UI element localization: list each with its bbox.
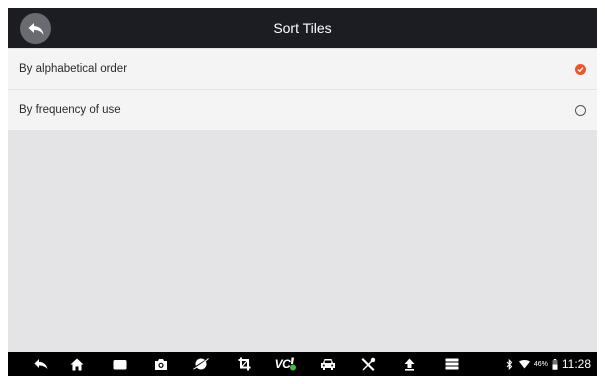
system-navigation-bar: VC 46% 11:28	[8, 352, 597, 376]
option-alphabetical[interactable]: By alphabetical order	[8, 49, 597, 90]
status-area: 46% 11:28	[506, 352, 591, 376]
back-icon[interactable]	[32, 355, 50, 373]
screen: Sort Tiles By alphabetical order By freq…	[8, 8, 597, 376]
option-label: By alphabetical order	[19, 63, 128, 75]
option-frequency[interactable]: By frequency of use	[8, 90, 597, 131]
car-icon[interactable]	[319, 355, 337, 373]
browser-icon[interactable]	[192, 355, 210, 373]
radio-checked-icon[interactable]	[575, 63, 586, 75]
battery-percent: 46%	[533, 360, 548, 368]
sort-options-list: By alphabetical order By frequency of us…	[8, 49, 597, 131]
option-label: By frequency of use	[19, 104, 121, 116]
page-title: Sort Tiles	[273, 20, 332, 36]
header-bar: Sort Tiles	[8, 8, 597, 48]
bluetooth-icon	[506, 358, 513, 370]
back-button[interactable]	[20, 13, 51, 44]
upload-icon[interactable]	[400, 355, 418, 373]
menu-icon[interactable]	[443, 355, 461, 373]
battery-icon	[552, 358, 558, 370]
crop-icon[interactable]	[235, 355, 253, 373]
tools-icon[interactable]	[359, 355, 377, 373]
back-arrow-icon	[28, 22, 43, 35]
home-icon[interactable]	[68, 355, 86, 373]
vci-label: VC	[274, 357, 291, 371]
vci-icon[interactable]: VC	[273, 355, 299, 373]
radio-unchecked-icon[interactable]	[575, 104, 586, 116]
recent-apps-icon[interactable]	[111, 355, 129, 373]
wifi-icon	[518, 359, 530, 368]
clock: 11:28	[561, 357, 591, 371]
camera-icon[interactable]	[152, 355, 170, 373]
